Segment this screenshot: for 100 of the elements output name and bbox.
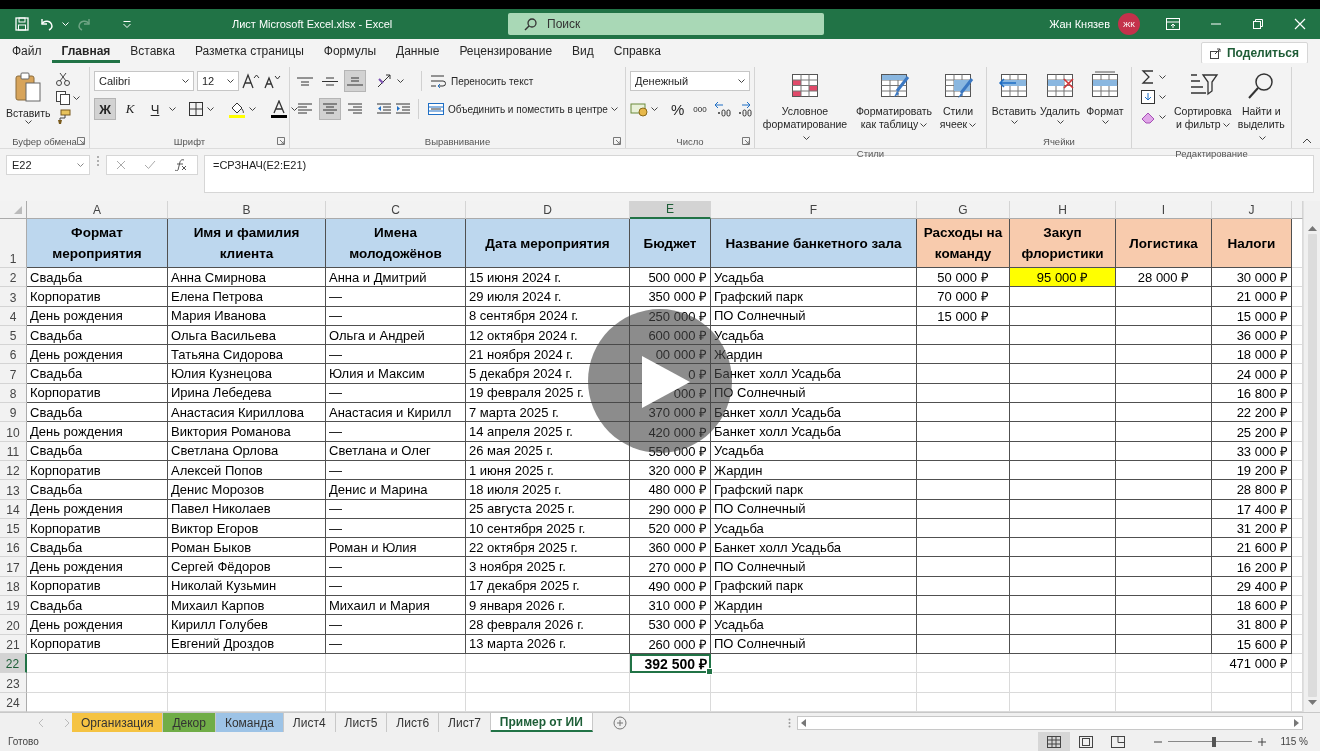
font-size-dropdown[interactable]: 12: [197, 71, 239, 91]
name-box[interactable]: E22: [6, 155, 90, 175]
caret-icon[interactable]: [169, 106, 176, 112]
increase-decimal-icon[interactable]: [712, 101, 731, 117]
cell-styles-button[interactable]: Стили ячеек: [937, 69, 979, 133]
sheet-tab[interactable]: Команда: [215, 713, 284, 732]
insert-cells-button[interactable]: Вставить: [991, 69, 1037, 127]
scroll-left-icon[interactable]: [801, 718, 806, 727]
fill-color-icon[interactable]: [228, 100, 246, 118]
column-header[interactable]: G: [917, 201, 1010, 219]
page-break-icon[interactable]: [1111, 735, 1126, 748]
wrap-text-button[interactable]: Переносить текст: [429, 70, 535, 92]
align-center-button[interactable]: [319, 98, 341, 120]
column-header[interactable]: B: [168, 201, 326, 219]
add-sheet-icon[interactable]: [612, 715, 627, 730]
increase-font-size-icon[interactable]: [242, 73, 260, 89]
caret-icon[interactable]: [610, 106, 618, 112]
column-header[interactable]: C: [326, 201, 466, 219]
menu-tab[interactable]: Вставка: [120, 39, 185, 63]
row-header[interactable]: 10: [0, 422, 27, 442]
caret-icon[interactable]: [920, 122, 928, 128]
font-color-icon[interactable]: [270, 100, 288, 118]
caret-icon[interactable]: [1222, 122, 1230, 128]
merge-center-button[interactable]: Объединить и поместить в центре: [426, 98, 619, 120]
scroll-up-icon[interactable]: [1307, 225, 1317, 231]
caret-icon[interactable]: [72, 95, 80, 101]
copy-icon[interactable]: [54, 90, 71, 106]
row-header[interactable]: 7: [0, 364, 27, 384]
currency-format-icon[interactable]: [630, 101, 648, 117]
fill-handle[interactable]: [706, 668, 713, 676]
zoom-level[interactable]: 115 %: [1280, 736, 1308, 747]
column-header[interactable]: D: [466, 201, 630, 219]
row-header[interactable]: 20: [0, 615, 27, 635]
row-header[interactable]: 2: [0, 268, 27, 288]
user-name[interactable]: Жан Князев: [1049, 18, 1110, 30]
row-header[interactable]: 3: [0, 287, 27, 307]
menu-tab[interactable]: Вид: [562, 39, 604, 63]
sheet-tab[interactable]: Организация: [72, 713, 164, 732]
caret-icon[interactable]: [1010, 120, 1018, 125]
row-header[interactable]: 17: [0, 557, 27, 577]
row-header[interactable]: 6: [0, 345, 27, 365]
caret-icon[interactable]: [182, 78, 189, 84]
column-header[interactable]: H: [1010, 201, 1116, 219]
close-icon[interactable]: [1294, 18, 1306, 30]
normal-view-icon[interactable]: [1047, 735, 1062, 748]
caret-icon[interactable]: [738, 78, 745, 84]
menu-tab[interactable]: Рецензирование: [449, 39, 563, 63]
format-as-table-button[interactable]: Форматировать как таблицу: [853, 69, 935, 133]
caret-icon[interactable]: [1159, 94, 1166, 100]
caret-icon[interactable]: [1159, 114, 1166, 120]
save-icon[interactable]: [14, 16, 30, 32]
customize-toolbar-icon[interactable]: [123, 20, 131, 28]
autosum-icon[interactable]: [1140, 69, 1156, 85]
user-avatar[interactable]: ЖК: [1118, 13, 1140, 35]
caret-icon[interactable]: [24, 120, 32, 125]
caret-icon[interactable]: [651, 106, 658, 112]
ribbon-display-icon[interactable]: [1166, 18, 1180, 30]
sheet-tab[interactable]: Декор: [163, 713, 216, 732]
column-header[interactable]: I: [1116, 201, 1212, 219]
collapse-ribbon-icon[interactable]: [1302, 138, 1312, 144]
dialog-launcher-icon[interactable]: [77, 137, 85, 145]
caret-icon[interactable]: [249, 106, 256, 112]
font-name-dropdown[interactable]: Calibri: [94, 71, 194, 91]
decrease-indent-icon[interactable]: [376, 101, 392, 117]
search-field[interactable]: Поиск: [508, 13, 824, 35]
percent-button[interactable]: %: [668, 98, 688, 120]
page-layout-icon[interactable]: [1079, 735, 1094, 748]
dialog-launcher-icon[interactable]: [277, 137, 285, 145]
caret-icon[interactable]: [1159, 74, 1166, 80]
caret-icon[interactable]: [291, 106, 298, 112]
thousands-separator-button[interactable]: 000: [690, 98, 710, 120]
row-header[interactable]: 1: [0, 219, 27, 268]
share-icon[interactable]: [1209, 47, 1222, 59]
share-button[interactable]: Поделиться: [1200, 42, 1308, 64]
column-header[interactable]: A: [27, 201, 168, 219]
borders-icon[interactable]: [188, 101, 204, 117]
caret-icon[interactable]: [207, 106, 214, 112]
row-header[interactable]: 13: [0, 480, 27, 500]
column-header[interactable]: J: [1212, 201, 1292, 219]
horizontal-scrollbar[interactable]: [797, 715, 1303, 730]
bold-button[interactable]: Ж: [94, 98, 116, 120]
dialog-launcher-icon[interactable]: [613, 137, 621, 145]
menu-tab[interactable]: Разметка страницы: [184, 39, 314, 63]
vertical-scrollbar[interactable]: [1303, 201, 1320, 712]
decrease-font-size-icon[interactable]: [263, 73, 281, 89]
row-header[interactable]: 19: [0, 596, 27, 616]
column-header[interactable]: F: [711, 201, 917, 219]
underline-button[interactable]: Ч: [144, 98, 166, 120]
number-format-dropdown[interactable]: Денежный: [630, 71, 750, 91]
merge-cells-icon[interactable]: [427, 101, 445, 117]
caret-icon[interactable]: [802, 135, 810, 141]
scroll-down-icon[interactable]: [1307, 700, 1317, 706]
caret-icon[interactable]: [397, 78, 404, 84]
row-header[interactable]: 9: [0, 403, 27, 423]
text-orientation-icon[interactable]: [376, 73, 394, 89]
dialog-launcher-icon[interactable]: [742, 137, 750, 145]
caret-icon[interactable]: [1258, 135, 1266, 141]
caret-icon[interactable]: [227, 78, 234, 84]
menu-tab[interactable]: Справка: [603, 39, 671, 63]
clipboard-icon[interactable]: [13, 71, 44, 103]
